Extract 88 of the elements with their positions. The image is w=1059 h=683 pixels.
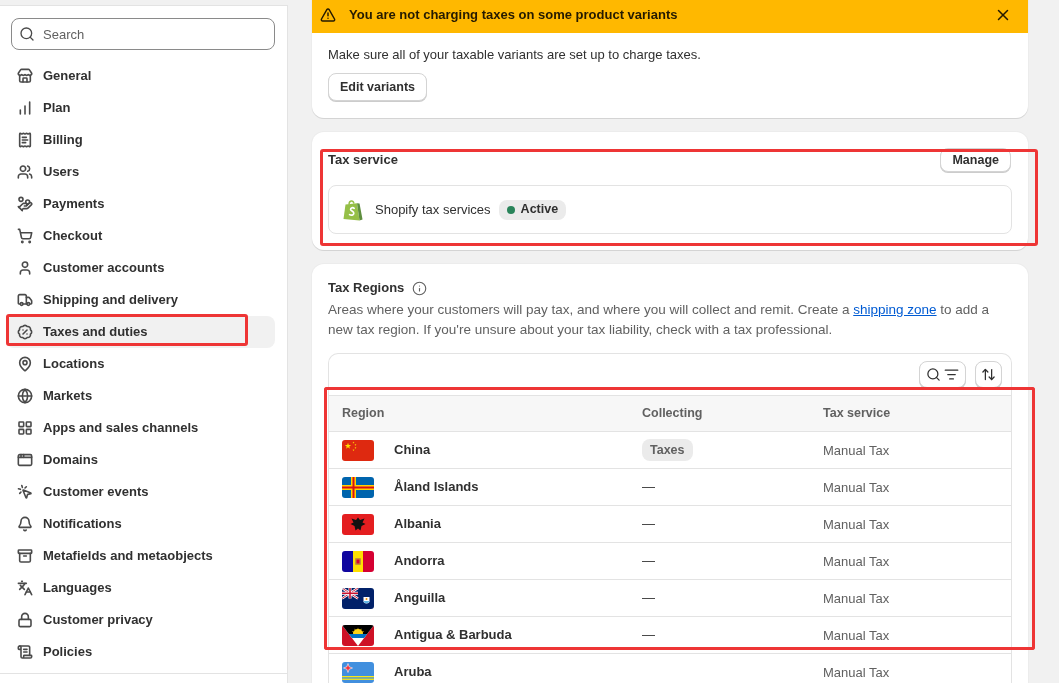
- tax-service-text: Manual Tax: [823, 591, 890, 606]
- archive-icon: [17, 548, 33, 564]
- status-text: Active: [520, 201, 559, 219]
- translate-icon: [17, 580, 33, 596]
- table-row[interactable]: Aruba Manual Tax: [329, 653, 1011, 683]
- collecting-text: —: [642, 515, 655, 534]
- percent-badge-icon: [17, 324, 33, 340]
- search-icon: [19, 26, 35, 42]
- sidebar-item[interactable]: Policies: [6, 636, 275, 668]
- sidebar-item[interactable]: Markets: [6, 380, 275, 412]
- filter-icon: [944, 367, 959, 382]
- globe-icon: [17, 388, 33, 404]
- sidebar-item[interactable]: Notifications: [6, 508, 275, 540]
- region-name: China: [394, 441, 431, 460]
- sidebar-item[interactable]: Apps and sales channels: [6, 412, 275, 444]
- tax-service-text: Manual Tax: [823, 628, 890, 643]
- sidebar-item[interactable]: Billing: [6, 124, 275, 156]
- search-icon: [926, 367, 941, 382]
- search-field[interactable]: Search: [11, 18, 275, 50]
- sidebar-item[interactable]: Domains: [6, 444, 275, 476]
- section-title: Tax service: [328, 151, 398, 170]
- hand-coins-icon: [17, 196, 33, 212]
- section-title: Tax Regions: [328, 279, 405, 298]
- collecting-text: —: [642, 589, 655, 608]
- sidebar-item[interactable]: Plan: [6, 92, 275, 124]
- store-icon: [17, 68, 33, 84]
- region-name: Antigua & Barbuda: [394, 626, 512, 645]
- sidebar-item[interactable]: Shipping and delivery: [6, 284, 275, 316]
- collecting-text: —: [642, 478, 655, 497]
- sidebar-item[interactable]: Customer events: [6, 476, 275, 508]
- description-text: Areas where your customers will pay tax, and where you will collect and remit. Create a shipping zone to add a new tax region. If you're unsure about your tax liability, check with a tax professional.: [328, 301, 991, 339]
- sidebar-item[interactable]: General: [6, 60, 275, 92]
- sidebar-item[interactable]: Customer accounts: [6, 252, 275, 284]
- region-name: Aruba: [394, 663, 432, 682]
- sidebar-item[interactable]: Metafields and metaobjects: [6, 540, 275, 572]
- tax-service-text: Manual Tax: [823, 554, 890, 569]
- region-name: Anguilla: [394, 589, 446, 608]
- region-name: Åland Islands: [394, 478, 479, 497]
- sidebar-item[interactable]: Locations: [6, 348, 275, 380]
- grid-icon: [17, 420, 33, 436]
- tax-service-text: Manual Tax: [823, 480, 890, 495]
- shipping-zone-link[interactable]: shipping zone: [853, 302, 937, 317]
- flag-icon: [342, 661, 374, 683]
- bar-chart-icon: [17, 100, 33, 116]
- users-icon: [17, 164, 33, 180]
- flag-icon: [342, 587, 374, 609]
- warning-message: Make sure all of your taxable variants are set up to charge taxes.: [328, 46, 701, 64]
- receipt-icon: [17, 132, 33, 148]
- warning-title: You are not charging taxes on some product variants: [349, 6, 679, 25]
- shopping-bag-icon: [343, 198, 363, 221]
- tax-service-text: Manual Tax: [823, 517, 890, 532]
- flag-icon: [342, 550, 374, 572]
- sidebar-item[interactable]: Customer privacy: [6, 604, 275, 636]
- column-header: Tax service: [822, 405, 892, 423]
- scroll-icon: [17, 644, 33, 660]
- edit-variants-button[interactable]: Edit variants: [328, 73, 428, 101]
- truck-icon: [17, 292, 33, 308]
- sidebar-item[interactable]: Checkout: [6, 220, 275, 252]
- person-icon: [17, 260, 33, 276]
- column-header: Collecting: [641, 405, 704, 423]
- flag-icon: [342, 513, 374, 535]
- cursor-click-icon: [17, 484, 33, 500]
- browser-window-icon: [17, 452, 33, 468]
- tax-service-text: Manual Tax: [823, 443, 890, 458]
- warning-icon: [320, 7, 336, 23]
- lock-icon: [17, 612, 33, 628]
- flag-icon: [342, 476, 374, 498]
- flag-icon: [342, 624, 374, 646]
- collecting-tag: Taxes: [642, 438, 693, 462]
- tax-service-text: Manual Tax: [823, 665, 890, 680]
- bell-icon: [17, 516, 33, 532]
- sort-button[interactable]: [975, 361, 1002, 388]
- sidebar-item[interactable]: Payments: [6, 188, 275, 220]
- service-name: Shopify tax services: [375, 200, 491, 219]
- collecting-text: —: [642, 626, 655, 645]
- column-header: Region: [341, 405, 386, 423]
- map-pin-icon: [17, 356, 33, 372]
- flag-icon: [342, 439, 374, 461]
- sidebar-item[interactable]: Languages: [6, 572, 275, 604]
- collecting-text: —: [642, 552, 655, 571]
- manage-button[interactable]: Manage: [940, 148, 1011, 172]
- region-name: Andorra: [394, 552, 445, 571]
- sidebar-item[interactable]: Users: [6, 156, 275, 188]
- search-filter-button[interactable]: [919, 361, 966, 388]
- cart-icon: [17, 228, 33, 244]
- sort-icon: [981, 367, 996, 382]
- info-icon[interactable]: [412, 280, 428, 296]
- region-name: Albania: [394, 515, 441, 534]
